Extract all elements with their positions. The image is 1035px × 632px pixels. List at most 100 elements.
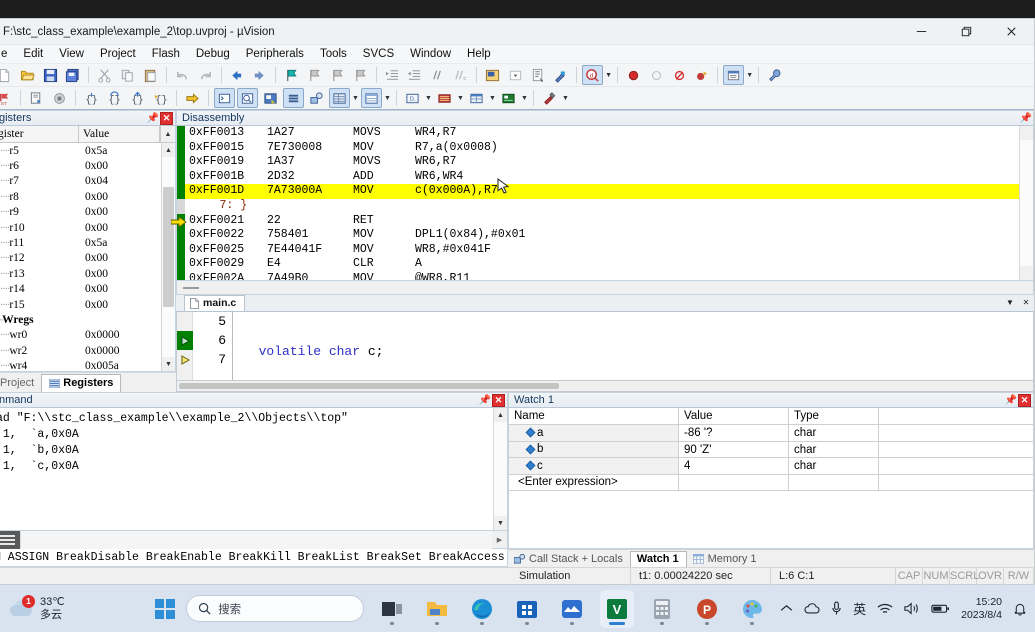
stop-button[interactable] <box>49 88 70 108</box>
editor-code[interactable]: volatile char c; c=a+b; } <box>233 312 1033 380</box>
command-hscrollbar[interactable] <box>20 530 492 549</box>
taskbar-app-uvision[interactable]: V <box>600 589 635 628</box>
command-hscroll-right-arrow[interactable]: ▶ <box>492 536 507 544</box>
code-line[interactable]: volatile char c; <box>243 342 1033 361</box>
language-indicator[interactable]: 英 <box>853 599 866 618</box>
watch-col-name[interactable]: Name <box>509 408 679 425</box>
disable-all-breakpoints-button[interactable] <box>692 65 713 85</box>
editor-tab-close-button[interactable]: ✕ <box>1018 294 1034 311</box>
register-row[interactable]: ····r6 0x00 <box>0 158 175 173</box>
watch-name-cell[interactable]: a <box>509 425 679 442</box>
taskbar-app-blue[interactable] <box>555 590 589 628</box>
tab-watch-1[interactable]: Watch 1 <box>629 551 687 567</box>
watch-value-cell[interactable]: 4 <box>679 458 789 475</box>
toolbox-caret[interactable]: ▼ <box>561 88 570 108</box>
watch-close-button[interactable]: ✕ <box>1018 393 1031 407</box>
editor-tab-main-c[interactable]: main.c <box>184 295 246 311</box>
step-into-button[interactable]: {} <box>81 88 102 108</box>
taskbar-app-microsoft-store[interactable] <box>510 590 544 628</box>
registers-scrollbar[interactable]: ▲ ▼ <box>161 143 175 371</box>
watch-windows-caret[interactable]: ▼ <box>351 88 360 108</box>
disassembly-hscrollbar[interactable] <box>176 281 1034 295</box>
register-row[interactable]: ····r9 0x00 <box>0 205 175 220</box>
disassembly-gutter[interactable] <box>171 126 187 280</box>
bookmark-next-button[interactable] <box>327 65 348 85</box>
scroll-up-arrow[interactable]: ▲ <box>162 143 175 157</box>
copy-button[interactable] <box>117 65 138 85</box>
scroll-down-arrow[interactable]: ▼ <box>162 357 175 371</box>
disassembly-line[interactable]: 0xFF0015 7E730008 MOV R7,a(0x0008) <box>185 141 1019 156</box>
manage-components-button[interactable] <box>550 65 571 85</box>
taskbar-app-calculator[interactable] <box>645 590 679 628</box>
watch-value-cell[interactable]: 90 'Z' <box>679 441 789 458</box>
comment-button[interactable] <box>427 65 448 85</box>
menu-item-project[interactable]: Project <box>92 45 144 64</box>
disassembly-line[interactable]: 0xFF002A 7A49B0 MOV @WR8,R11 <box>185 272 1019 280</box>
scroll-up-arrow[interactable]: ▲ <box>494 408 507 422</box>
register-row[interactable]: ····r15 0x00 <box>0 297 175 312</box>
registers-window-button[interactable] <box>283 88 304 108</box>
disassembly-line[interactable]: 0xFF0019 1A37 MOVS WR6,R7 <box>185 155 1019 170</box>
registers-close-button[interactable]: ✕ <box>160 111 173 125</box>
undo-button[interactable] <box>172 65 193 85</box>
tab-project[interactable]: Project <box>0 375 41 392</box>
menu-item-file[interactable]: e <box>0 45 15 64</box>
bookmark-prev-button[interactable] <box>304 65 325 85</box>
watch-row[interactable]: c 4 char <box>509 458 1033 475</box>
weather-widget[interactable]: 1 33℃ 多云 <box>0 594 155 622</box>
tab-call-stack-locals[interactable]: Call Stack + Locals <box>508 552 630 567</box>
forward-button[interactable] <box>249 65 270 85</box>
symbols-window-button[interactable] <box>260 88 281 108</box>
restore-button[interactable] <box>944 19 989 45</box>
watch-windows-button[interactable] <box>329 88 350 108</box>
menu-item-flash[interactable]: Flash <box>144 45 188 64</box>
uncomment-button[interactable] <box>450 65 471 85</box>
trace-windows-button[interactable] <box>466 88 487 108</box>
step-out-button[interactable]: {} <box>127 88 148 108</box>
editor-tab-list-button[interactable]: ▼ <box>1002 294 1018 311</box>
microphone-icon[interactable] <box>831 601 842 616</box>
serial-windows-button[interactable]: D <box>402 88 423 108</box>
tab-memory-1[interactable]: Memory 1 <box>687 552 764 567</box>
editor-mark-yellow[interactable] <box>177 350 193 369</box>
scroll-up-arrow[interactable] <box>1020 126 1033 140</box>
disassembly-scrollbar[interactable] <box>1019 126 1033 280</box>
menu-item-window[interactable]: Window <box>402 45 459 64</box>
disassembly-pin-button[interactable]: 📌 <box>1019 111 1033 125</box>
watch-new-expression-row[interactable]: <Enter expression> <box>509 474 1033 491</box>
editor-mark-green[interactable] <box>177 331 193 350</box>
system-viewer-button[interactable] <box>498 88 519 108</box>
start-button[interactable] <box>155 598 176 619</box>
wifi-icon[interactable] <box>877 603 893 615</box>
bookmark-toggle-button[interactable] <box>281 65 302 85</box>
registers-col-value[interactable]: Value <box>79 126 160 142</box>
editor-body[interactable]: 5 6 7 volatile char c; c=a+b; } <box>176 312 1034 381</box>
register-row[interactable]: ····r5 0x5a <box>0 143 175 158</box>
debug-windows-caret[interactable]: ▼ <box>745 65 754 85</box>
new-file-button[interactable] <box>0 65 15 85</box>
call-stack-window-button[interactable] <box>306 88 327 108</box>
save-button[interactable] <box>40 65 61 85</box>
menu-item-tools[interactable]: Tools <box>312 45 355 64</box>
editor-hscroll-thumb[interactable] <box>179 383 559 389</box>
command-scrollbar[interactable]: ▲ ▼ <box>493 408 507 530</box>
memory-windows-button[interactable] <box>361 88 382 108</box>
menu-item-edit[interactable]: Edit <box>15 45 51 64</box>
options-target-button[interactable] <box>528 65 549 85</box>
scroll-track[interactable] <box>162 157 175 357</box>
show-next-statement-button[interactable] <box>182 88 203 108</box>
disassembly-lines[interactable]: 0xFF0013 1A27 MOVS WR4,R7 0xFF0015 7E730… <box>185 126 1019 280</box>
registers-col-name[interactable]: gister <box>0 126 79 142</box>
command-resize-grip[interactable] <box>0 530 20 549</box>
back-button[interactable] <box>227 65 248 85</box>
register-row[interactable]: ····r11 0x5a <box>0 235 175 250</box>
indent-button[interactable] <box>382 65 403 85</box>
open-folder-button[interactable] <box>482 65 503 85</box>
watch-col-type[interactable]: Type <box>789 408 879 425</box>
trace-windows-caret[interactable]: ▼ <box>488 88 497 108</box>
editor-gutter-marks[interactable] <box>177 312 193 380</box>
battery-icon[interactable] <box>931 603 950 614</box>
reset-button[interactable]: ST <box>0 88 15 108</box>
target-select-button[interactable] <box>505 65 526 85</box>
disable-breakpoint-button[interactable] <box>646 65 667 85</box>
